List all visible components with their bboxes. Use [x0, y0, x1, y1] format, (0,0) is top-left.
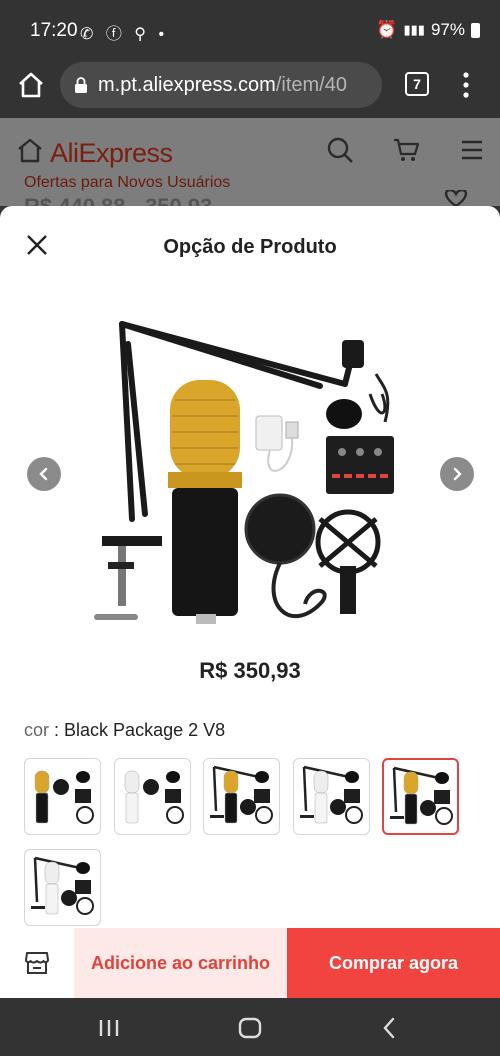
site-logo: AliExpress	[50, 138, 173, 168]
variant-gold-mic-kit[interactable]	[24, 758, 101, 835]
product-price: R$ 350,93	[199, 658, 301, 683]
variant-thumbnail	[124, 770, 184, 824]
tab-switcher-button[interactable]: 7	[405, 72, 429, 96]
chevron-left-icon	[39, 467, 48, 481]
variant-gold-mic-arm-kit[interactable]	[203, 758, 280, 835]
url-path: /item/40	[275, 73, 347, 96]
home-icon[interactable]	[16, 70, 46, 100]
add-to-cart-button[interactable]: Adicione ao carrinho	[74, 928, 287, 998]
store-icon	[25, 952, 49, 974]
buy-now-button[interactable]: Comprar agora	[287, 928, 500, 998]
variant-white-package-v8[interactable]	[24, 849, 101, 926]
browser-toolbar: m.pt.aliexpress.com/item/40 7	[0, 62, 500, 118]
sheet-title: Opção de Produto	[163, 236, 337, 258]
chevron-right-icon	[453, 467, 462, 481]
site-home-icon	[18, 138, 42, 163]
promo-text: Ofertas para Novos Usuários	[24, 174, 231, 191]
address-bar[interactable]: m.pt.aliexpress.com/item/40	[60, 62, 382, 108]
search-icon	[327, 137, 353, 163]
battery-text: 97%	[430, 20, 465, 39]
hamburger-icon	[462, 140, 482, 160]
site-header: AliExpress Ofertas para Novos Usuários R…	[0, 118, 500, 207]
carousel-prev-button[interactable]	[27, 457, 61, 491]
back-icon[interactable]	[381, 1017, 397, 1039]
battery-icon	[471, 22, 480, 38]
signal-icon: ▮▮▮	[403, 22, 425, 37]
variant-thumbnail	[299, 765, 363, 824]
product-image[interactable]	[80, 304, 420, 638]
action-bar: Adicione ao carrinho Comprar agora	[0, 928, 500, 998]
notification-icons: ✆ ⓕ ⚲ •	[80, 26, 169, 43]
store-button[interactable]	[0, 928, 74, 998]
carousel-next-button[interactable]	[440, 457, 474, 491]
recent-apps-icon[interactable]	[98, 1018, 120, 1038]
color-value: Black Package 2 V8	[64, 720, 226, 740]
variant-thumbnail	[210, 765, 273, 824]
lock-icon	[75, 77, 87, 93]
variant-thumbnail	[390, 766, 453, 825]
status-right-icons: ⏰ ▮▮▮ 97%	[376, 20, 480, 40]
more-options-icon[interactable]	[458, 70, 474, 100]
cart-icon	[394, 138, 420, 161]
variant-black-package-v8[interactable]	[382, 758, 459, 835]
system-nav-bar	[0, 998, 500, 1056]
variant-white-mic-kit[interactable]	[113, 758, 191, 835]
product-option-sheet: Opção de Produto R$ 350,93 cor: Black P…	[0, 206, 500, 998]
status-time: 17:20	[30, 20, 78, 41]
color-option-label: cor : Black Package 2 V8	[24, 720, 226, 740]
url-text: m.pt.aliexpress.com/item/40	[98, 74, 347, 97]
status-bar: 17:20 ✆ ⓕ ⚲ • ⏰ ▮▮▮ 97%	[0, 0, 500, 62]
alarm-icon: ⏰	[376, 20, 398, 39]
url-host: m.pt.aliexpress.com	[98, 73, 276, 96]
price-range-ghost: R$ 440,88 - 350,93	[24, 194, 212, 206]
nav-home-icon[interactable]	[238, 1017, 262, 1039]
variant-thumbnail	[31, 856, 94, 915]
color-key: cor	[24, 720, 50, 740]
variant-thumbnail	[34, 770, 94, 824]
variant-white-mic-arm-kit[interactable]	[292, 758, 370, 835]
